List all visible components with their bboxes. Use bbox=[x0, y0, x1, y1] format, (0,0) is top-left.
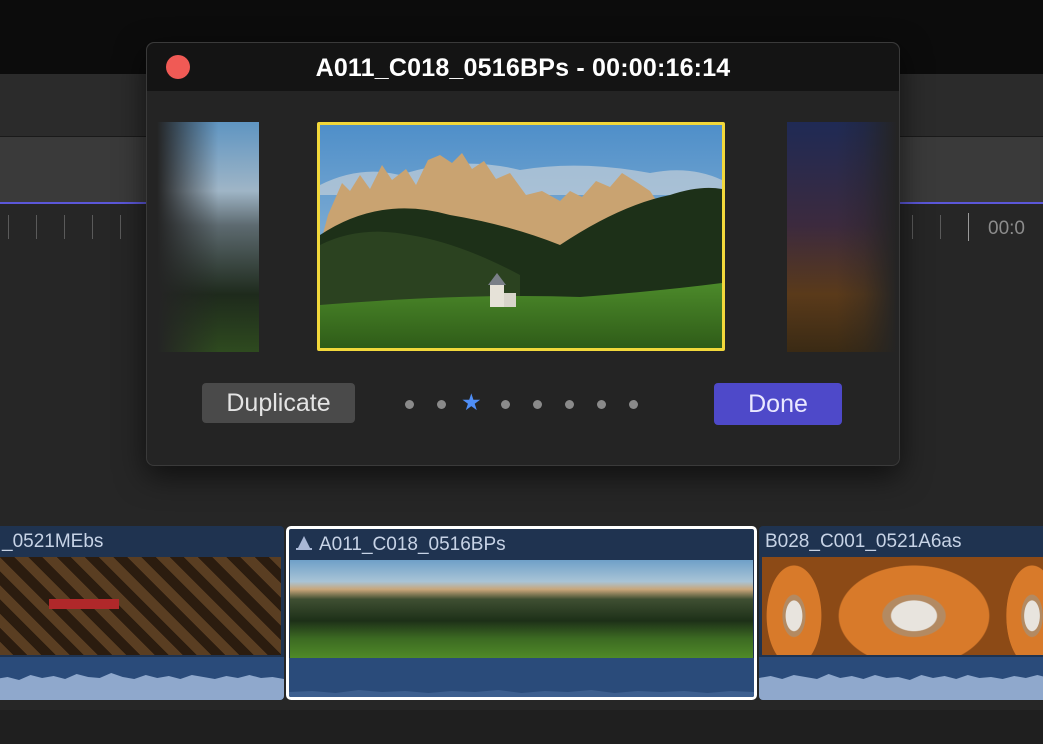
clip-thumbnail bbox=[826, 557, 1002, 655]
ruler-tick bbox=[940, 215, 941, 239]
next-pick-thumbnail[interactable] bbox=[787, 122, 897, 352]
page-dot[interactable] bbox=[533, 400, 542, 409]
page-dot[interactable] bbox=[597, 400, 606, 409]
ruler-tick bbox=[36, 215, 37, 239]
audition-icon[interactable] bbox=[295, 535, 313, 551]
page-dot[interactable] bbox=[501, 400, 510, 409]
clip-thumbnail bbox=[762, 557, 826, 655]
ruler-tick bbox=[92, 215, 93, 239]
clip-title: B028_C001_0521A6as bbox=[765, 531, 962, 552]
clip-thumbnail bbox=[596, 560, 753, 658]
clip-filmstrip bbox=[290, 560, 753, 658]
current-pick-thumbnail[interactable] bbox=[317, 122, 725, 351]
page-dot[interactable] bbox=[405, 400, 414, 409]
ruler-tick bbox=[120, 215, 121, 239]
clip-thumbnail bbox=[424, 560, 598, 658]
clip-thumbnail bbox=[1002, 557, 1043, 655]
clip-audio-waveform bbox=[759, 657, 1043, 700]
ruler-tick bbox=[64, 215, 65, 239]
page-dot[interactable] bbox=[629, 400, 638, 409]
ruler-tick bbox=[8, 215, 9, 239]
timeline-clip[interactable]: _0521MEbs bbox=[0, 526, 284, 700]
page-dot[interactable] bbox=[565, 400, 574, 409]
timeline-footer bbox=[0, 710, 1043, 744]
clip-audio-waveform bbox=[0, 657, 284, 700]
timeline-clip[interactable]: B028_C001_0521A6as bbox=[759, 526, 1043, 700]
clip-title: _0521MEbs bbox=[2, 531, 104, 552]
clip-thumbnail bbox=[290, 560, 426, 658]
ruler-timecode: 00:0 bbox=[988, 218, 1025, 239]
audition-dialog: A011_C018_0516BPs - 00:00:16:14 Duplicat… bbox=[146, 42, 900, 466]
clip-filmstrip bbox=[762, 557, 1043, 655]
ruler-tick bbox=[968, 213, 969, 241]
previous-pick-thumbnail[interactable] bbox=[157, 122, 259, 352]
pick-page-indicator: ★ bbox=[395, 390, 645, 415]
clip-thumbnail-sign bbox=[49, 599, 119, 609]
clip-title: A011_C018_0516BPs bbox=[319, 534, 506, 555]
done-button[interactable]: Done bbox=[714, 383, 842, 425]
clip-filmstrip bbox=[0, 557, 281, 655]
page-dot[interactable] bbox=[437, 400, 446, 409]
dialog-title: A011_C018_0516BPs - 00:00:16:14 bbox=[315, 54, 731, 82]
star-icon[interactable]: ★ bbox=[461, 390, 482, 414]
duplicate-button[interactable]: Duplicate bbox=[202, 383, 355, 423]
selected-timeline-clip[interactable]: A011_C018_0516BPs bbox=[286, 526, 757, 700]
clip-audio-waveform bbox=[289, 658, 754, 697]
ruler-tick bbox=[912, 215, 913, 239]
